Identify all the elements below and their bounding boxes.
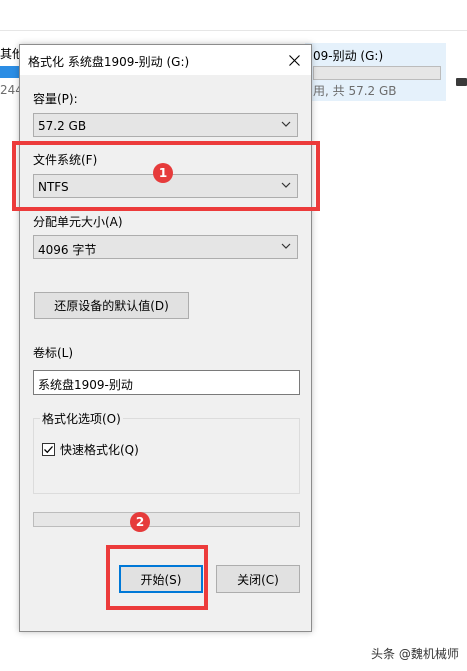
- highlight-start-box: [106, 545, 208, 610]
- close-dialog-button[interactable]: 关闭(C): [216, 565, 300, 593]
- close-icon: [288, 54, 300, 66]
- format-options-group: 格式化选项(O) 快速格式化(Q): [33, 410, 300, 494]
- step-marker-2: 2: [130, 512, 150, 532]
- dialog-title: 格式化 系统盘1909-别动 (G:): [28, 55, 190, 69]
- volume-label-value: 系统盘1909-别动: [38, 378, 133, 392]
- drive-tile-g-name: 09-别动 (G:): [313, 49, 384, 63]
- drive-tile-g-usage-bar: [313, 66, 441, 80]
- checkmark-icon: [44, 446, 53, 454]
- step-marker-1: 1: [153, 163, 173, 183]
- quick-format-checkbox[interactable]: [42, 443, 55, 456]
- restore-defaults-button[interactable]: 还原设备的默认值(D): [34, 292, 189, 319]
- explorer-divider: [0, 30, 467, 31]
- allocation-label: 分配单元大小(A): [33, 215, 123, 229]
- format-dialog: 格式化 系统盘1909-别动 (G:) 容量(P): 57.2 GB 文件系统(…: [19, 44, 312, 632]
- drive-icon: [456, 78, 467, 86]
- capacity-label: 容量(P):: [33, 92, 78, 106]
- drive-tile-g-sub: 用, 共 57.2 GB: [313, 84, 397, 98]
- allocation-select[interactable]: 4096 字节: [33, 235, 298, 259]
- volume-label-label: 卷标(L): [33, 346, 74, 360]
- chevron-down-icon: [281, 121, 291, 127]
- close-button[interactable]: [281, 48, 307, 72]
- volume-label-input[interactable]: 系统盘1909-别动: [33, 370, 300, 395]
- allocation-value: 4096 字节: [38, 243, 97, 257]
- format-progress-bar: [33, 512, 300, 527]
- capacity-value: 57.2 GB: [38, 119, 87, 133]
- capacity-select[interactable]: 57.2 GB: [33, 113, 298, 137]
- quick-format-label: 快速格式化(Q): [60, 443, 139, 457]
- dialog-titlebar: 格式化 系统盘1909-别动 (G:): [20, 45, 311, 75]
- watermark: 头条 @魏机械师: [371, 647, 459, 661]
- format-options-legend: 格式化选项(O): [40, 410, 123, 427]
- chevron-down-icon: [281, 243, 291, 249]
